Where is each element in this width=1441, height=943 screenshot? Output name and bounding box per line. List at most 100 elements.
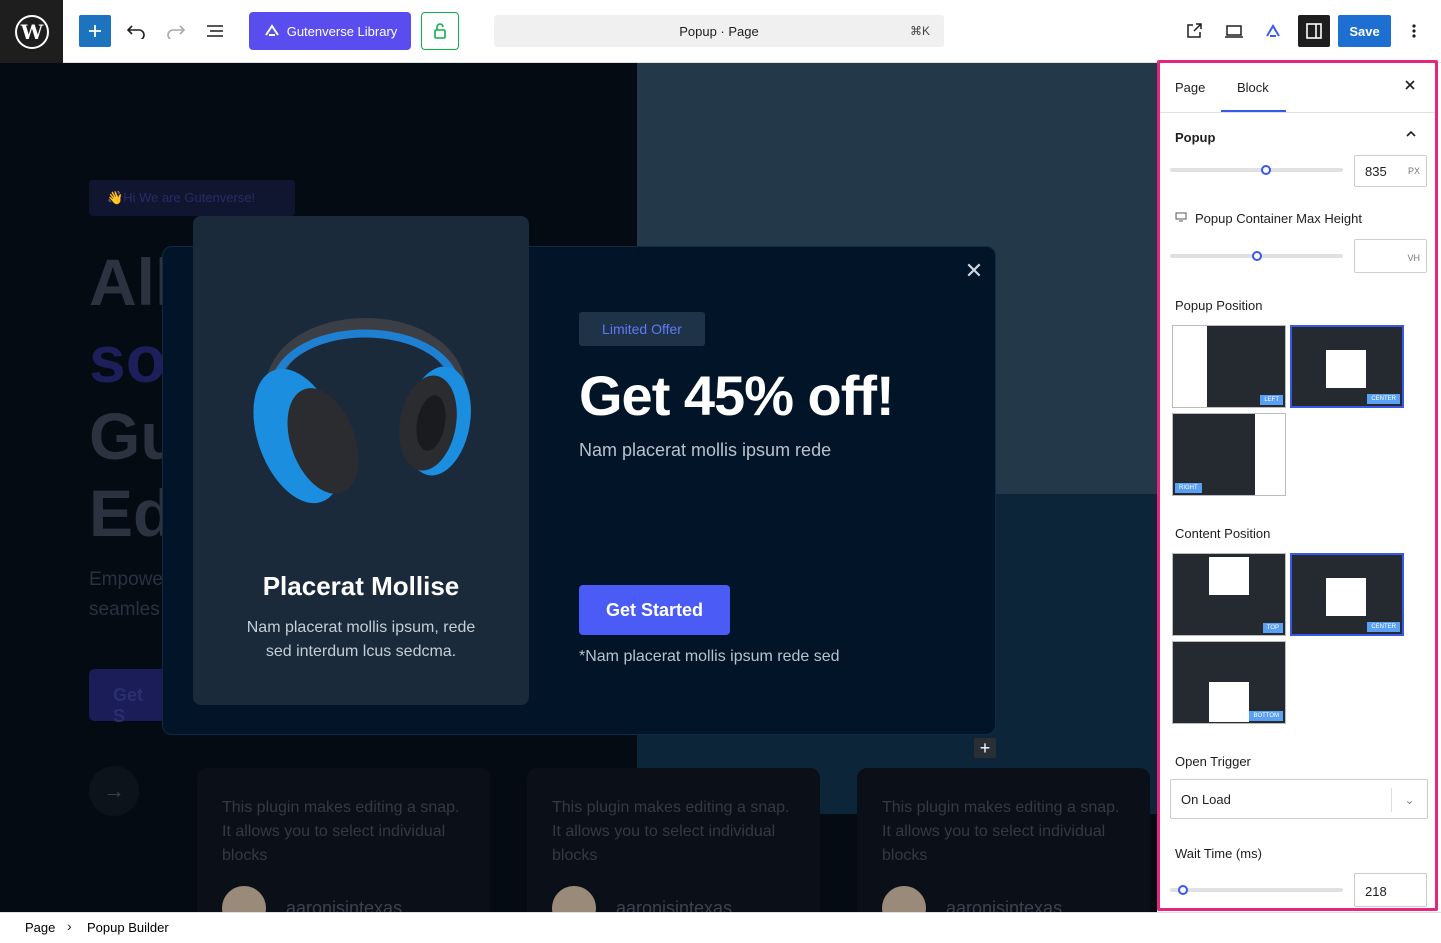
- content-position-top[interactable]: TOP: [1172, 553, 1286, 636]
- breadcrumb-separator: ›: [67, 918, 72, 934]
- popup-position-right[interactable]: RIGHT: [1172, 413, 1286, 496]
- document-title: Popup · Page: [679, 23, 759, 39]
- popup-position-left-tag: LEFT: [1260, 395, 1283, 405]
- hero-subtext-line-2[interactable]: seamles: [89, 599, 160, 621]
- card-title[interactable]: Placerat Mollise: [193, 571, 529, 602]
- save-button[interactable]: Save: [1338, 15, 1391, 47]
- popup-width-slider[interactable]: [1170, 168, 1343, 172]
- headphones-image: [253, 318, 471, 504]
- laptop-icon: [1225, 25, 1243, 38]
- tab-block[interactable]: Block: [1237, 80, 1269, 95]
- popup-position-right-tag: RIGHT: [1175, 483, 1202, 493]
- content-position-bottom[interactable]: BOTTOM: [1172, 641, 1286, 724]
- chevron-up-icon[interactable]: [1405, 129, 1417, 139]
- wait-time-label: Wait Time (ms): [1175, 846, 1262, 861]
- add-block-button[interactable]: [79, 15, 111, 47]
- active-tab-indicator: [1221, 110, 1286, 112]
- content-position-center-tag: CENTER: [1367, 622, 1400, 632]
- open-trigger-value: On Load: [1181, 792, 1231, 807]
- settings-sidebar-toggle[interactable]: [1298, 15, 1330, 47]
- max-height-slider-thumb[interactable]: [1252, 251, 1262, 261]
- svg-text:W: W: [19, 20, 43, 44]
- gutenverse-library-button[interactable]: Gutenverse Library: [249, 12, 411, 50]
- avatar: [882, 886, 926, 912]
- offer-note[interactable]: *Nam placerat mollis ipsum rede sed: [579, 648, 840, 666]
- gutenverse-logo-icon: [1266, 24, 1280, 37]
- panel-title[interactable]: Popup: [1175, 130, 1215, 145]
- sidebar-icon: [1306, 23, 1322, 39]
- shortcut-hint: ⌘K: [909, 24, 930, 38]
- popup-position-center-tag: CENTER: [1367, 394, 1400, 404]
- breadcrumb: Page › Popup Builder: [0, 912, 1441, 943]
- offer-title[interactable]: Get 45% off!: [579, 363, 895, 428]
- testimonial-name: aaronisintexas: [286, 897, 403, 913]
- gutenverse-library-label: Gutenverse Library: [286, 23, 398, 39]
- popup-width-value: 835: [1365, 164, 1387, 179]
- popup-position-center[interactable]: CENTER: [1290, 325, 1404, 408]
- offer-subtitle[interactable]: Nam placerat mollis ipsum rede: [579, 440, 831, 461]
- testimonial-text: This plugin makes editing a snap. It all…: [222, 799, 460, 864]
- content-position-bottom-tag: BOTTOM: [1249, 711, 1283, 721]
- content-position-center[interactable]: CENTER: [1290, 553, 1404, 636]
- arrow-right-icon[interactable]: →: [89, 766, 139, 816]
- editor-canvas[interactable]: 👋Hi We are Gutenverse! All so Gu Ed Empo…: [0, 63, 1157, 912]
- hero-heading-line-2[interactable]: so: [89, 326, 166, 392]
- device-preview-button[interactable]: [1220, 15, 1248, 47]
- hero-subtext-line-1[interactable]: Empowe: [89, 569, 163, 591]
- document-overview-button[interactable]: [200, 15, 230, 47]
- more-vertical-icon: [1412, 24, 1416, 38]
- unlock-icon: [434, 23, 446, 39]
- close-icon[interactable]: ✕: [963, 260, 985, 282]
- popup-width-slider-thumb[interactable]: [1261, 165, 1271, 175]
- view-page-button[interactable]: [1180, 15, 1208, 47]
- testimonial-card[interactable]: This plugin makes editing a snap. It all…: [527, 768, 820, 912]
- hero-heading-line-1[interactable]: All: [89, 249, 173, 315]
- open-trigger-select[interactable]: On Load ⌄: [1170, 779, 1428, 819]
- add-block-plus-icon[interactable]: +: [974, 738, 996, 758]
- redo-button[interactable]: [162, 15, 190, 47]
- popup-product-card[interactable]: Placerat Mollise Nam placerat mollis ips…: [193, 216, 529, 705]
- popup-width-input[interactable]: 835 PX: [1354, 155, 1427, 187]
- desktop-icon[interactable]: [1175, 212, 1187, 222]
- wait-time-input[interactable]: 218: [1354, 873, 1427, 907]
- testimonial-text: This plugin makes editing a snap. It all…: [552, 799, 790, 864]
- close-sidebar-button[interactable]: [1404, 78, 1416, 96]
- content-position-label: Content Position: [1175, 526, 1271, 541]
- breadcrumb-popup-builder[interactable]: Popup Builder: [87, 920, 169, 935]
- redo-icon: [167, 25, 186, 39]
- unlock-button[interactable]: [421, 12, 459, 50]
- settings-sidebar: Page Block Popup 835 PX Popup Container …: [1157, 60, 1438, 911]
- plus-icon: [89, 25, 101, 37]
- max-height-input[interactable]: VH: [1354, 239, 1427, 273]
- hero-tag[interactable]: 👋Hi We are Gutenverse!: [89, 180, 295, 216]
- gutenverse-settings-button[interactable]: [1259, 15, 1287, 47]
- chevron-down-icon[interactable]: ⌄: [1391, 788, 1427, 812]
- wait-time-value: 218: [1365, 884, 1387, 899]
- get-started-button[interactable]: Get Started: [579, 585, 730, 635]
- testimonial-name: aaronisintexas: [946, 897, 1063, 913]
- tab-page[interactable]: Page: [1175, 80, 1205, 95]
- options-menu-button[interactable]: [1402, 15, 1426, 47]
- avatar: [552, 886, 596, 912]
- wait-time-slider[interactable]: [1170, 888, 1343, 892]
- testimonial-card[interactable]: This plugin makes editing a snap. It all…: [197, 768, 490, 912]
- external-link-icon: [1187, 23, 1202, 38]
- popup-position-left[interactable]: LEFT: [1172, 325, 1286, 408]
- wordpress-icon: W: [14, 14, 49, 49]
- breadcrumb-page[interactable]: Page: [25, 920, 55, 935]
- wait-time-slider-thumb[interactable]: [1178, 885, 1188, 895]
- command-palette-bar[interactable]: Popup · Page ⌘K: [494, 15, 944, 47]
- sidebar-tabs: Page Block: [1160, 63, 1435, 113]
- open-trigger-label: Open Trigger: [1175, 754, 1251, 769]
- popup-width-unit[interactable]: PX: [1408, 166, 1420, 176]
- max-height-label: Popup Container Max Height: [1195, 211, 1362, 226]
- max-height-unit[interactable]: VH: [1407, 253, 1420, 263]
- content-position-top-tag: TOP: [1262, 623, 1283, 633]
- testimonial-card[interactable]: This plugin makes editing a snap. It all…: [857, 768, 1150, 912]
- card-description[interactable]: Nam placerat mollis ipsum, rede sed inte…: [233, 616, 489, 664]
- offer-badge[interactable]: Limited Offer: [579, 312, 705, 346]
- undo-icon: [126, 25, 145, 39]
- wordpress-logo[interactable]: W: [0, 0, 63, 63]
- hero-heading-line-4[interactable]: Ed: [89, 480, 173, 546]
- undo-button[interactable]: [122, 15, 150, 47]
